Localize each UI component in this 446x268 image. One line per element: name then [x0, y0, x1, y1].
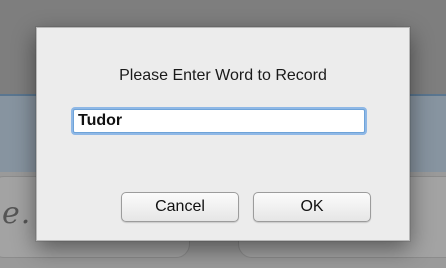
cancel-button[interactable]: Cancel	[121, 192, 239, 222]
background-card-text: e.	[2, 196, 32, 231]
record-word-dialog: Please Enter Word to Record Cancel OK	[36, 27, 410, 241]
dialog-prompt: Please Enter Word to Record	[119, 67, 327, 84]
word-input[interactable]	[73, 109, 365, 133]
ok-button[interactable]: OK	[253, 192, 371, 222]
